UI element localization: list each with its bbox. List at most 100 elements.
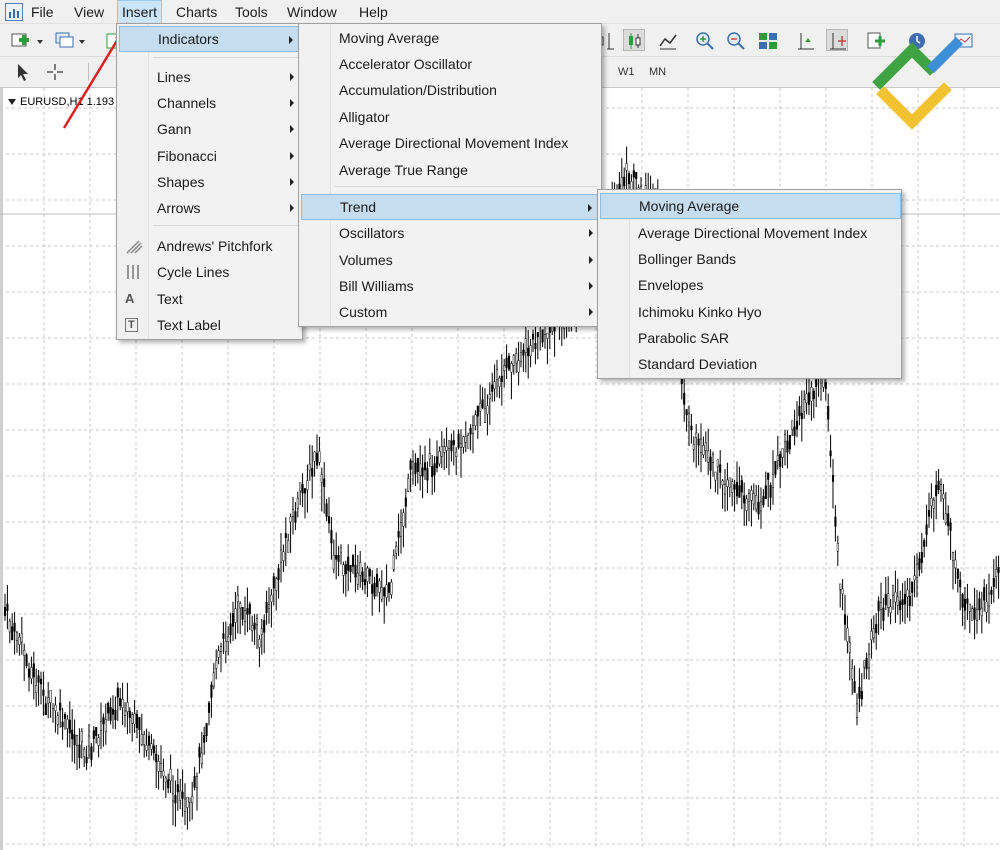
indicators-item-moving-average[interactable]: Moving Average [301,25,601,51]
menu-separator [153,57,298,58]
tile-windows-icon[interactable] [757,30,779,52]
submenu-arrow-icon [589,256,593,264]
candle-body [918,558,921,570]
timeframe-mn[interactable]: MN [649,66,666,78]
cursor-icon[interactable] [12,61,34,83]
menu-help[interactable]: Help [355,0,392,24]
candle-body [543,326,547,335]
indicators-item-average-true-range[interactable]: Average True Range [301,157,601,183]
candle-body [915,563,919,578]
candle-body [493,381,496,390]
candle-body [486,405,489,415]
candle-body [831,475,835,482]
insert-item-arrows[interactable]: Arrows [119,195,302,221]
candle-body [356,572,359,585]
insert-item-text-label[interactable]: Text Label T [119,312,302,338]
indicators-item-average-directional-movement-index[interactable]: Average Directional Movement Index [301,130,601,156]
indicators-item-accumulation-distribution[interactable]: Accumulation/Distribution [301,77,601,103]
candle-body [131,714,134,724]
candle-body [222,633,225,639]
candle-body [685,409,688,416]
candle-body [990,589,993,595]
candle-body [284,533,287,539]
indicators-item-accelerator-oscillator[interactable]: Accelerator Oscillator [301,51,601,77]
insert-item-shapes[interactable]: Shapes [119,169,302,195]
candle-body [234,608,237,623]
candle-body [824,382,827,389]
insert-item-fibonacci[interactable]: Fibonacci [119,143,302,169]
candle-body [246,608,249,615]
indicators-item-oscillators[interactable]: Oscillators [301,220,601,246]
insert-item-label: Channels [157,95,217,111]
candle-body [387,582,391,593]
candle-body [495,369,499,381]
indicators-item-trend[interactable]: Trend [301,194,601,220]
trend-item-standard-deviation[interactable]: Standard Deviation [600,351,901,377]
trend-item-bollinger-bands[interactable]: Bollinger Bands [600,246,901,272]
trend-item-average-directional-movement-index[interactable]: Average Directional Movement Index [600,220,901,246]
candle-body [903,593,907,605]
insert-item-indicators[interactable]: Indicators [119,26,302,52]
menu-charts[interactable]: Charts [172,0,221,24]
candle-body [716,459,719,467]
timeframe-w1[interactable]: W1 [618,66,635,78]
candle-body [932,499,935,509]
candle-body [217,650,220,658]
candle-body [147,735,151,746]
candle-body [332,554,335,570]
zoom-out-icon[interactable] [725,30,747,52]
insert-item-cycle-lines[interactable]: Cycle Lines [119,259,302,285]
trend-item-envelopes[interactable]: Envelopes [600,272,901,298]
candle-body [248,604,251,615]
indicators-item-alligator[interactable]: Alligator [301,104,601,130]
insert-item-andrews-pitchfork[interactable]: Andrews' Pitchfork [119,233,302,259]
candle-body [301,484,304,494]
candle-body [882,607,885,621]
candle-body [407,478,410,492]
candle-body [54,704,57,711]
new-chart-icon[interactable] [10,30,32,52]
zoom-in-icon[interactable] [694,30,716,52]
menu-tools[interactable]: Tools [231,0,272,24]
candle-body [85,756,88,764]
candle-body [152,745,155,754]
candle-body [272,576,275,589]
line-chart-icon[interactable] [657,30,679,52]
insert-item-lines[interactable]: Lines [119,64,302,90]
candle-body [534,342,537,349]
trend-item-ichimoku-kinko-hyo[interactable]: Ichimoku Kinko Hyo [600,299,901,325]
chart-shift-icon[interactable] [826,29,848,51]
candle-body [966,598,969,604]
indicators-item-label: Average True Range [339,162,468,178]
candle-body [32,663,35,678]
candles-icon[interactable] [623,29,645,51]
trend-item-moving-average[interactable]: Moving Average [600,193,901,219]
indicators-item-custom[interactable]: Custom [301,299,601,325]
menu-file[interactable]: File [27,0,58,24]
candle-body [385,584,388,598]
insert-item-gann[interactable]: Gann [119,116,302,142]
candle-body [13,622,16,632]
candle-body [491,384,494,392]
candle-body [500,375,503,382]
candle-body [183,798,187,812]
trend-item-parabolic-sar[interactable]: Parabolic SAR [600,325,901,351]
candle-body [757,501,760,515]
candle-body [841,588,844,595]
candle-body [951,552,955,562]
candle-body [426,467,429,481]
candle-body [455,451,458,457]
candle-body [721,480,724,486]
insert-item-text[interactable]: Text A [119,286,302,312]
candle-body [445,446,448,451]
candle-body [625,163,628,171]
indicators-item-volumes[interactable]: Volumes [301,247,601,273]
indicators-item-bill-williams[interactable]: Bill Williams [301,273,601,299]
menu-window[interactable]: Window [283,0,341,24]
candle-body [524,338,527,353]
candle-body [361,571,364,582]
candle-body [44,703,47,716]
insert-item-label: Cycle Lines [157,264,230,280]
insert-item-channels[interactable]: Channels [119,90,302,116]
auto-scroll-icon[interactable] [795,30,817,52]
